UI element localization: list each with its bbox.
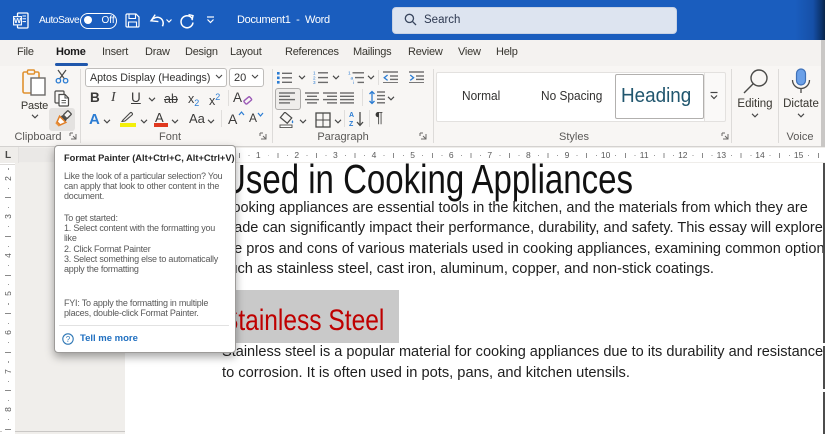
svg-text:Z: Z	[349, 121, 354, 128]
svg-text:W: W	[14, 16, 22, 25]
svg-text:?: ?	[66, 335, 71, 344]
svg-text:A: A	[349, 112, 354, 119]
svg-text:3: 3	[313, 80, 316, 84]
svg-text:i: i	[353, 80, 354, 84]
